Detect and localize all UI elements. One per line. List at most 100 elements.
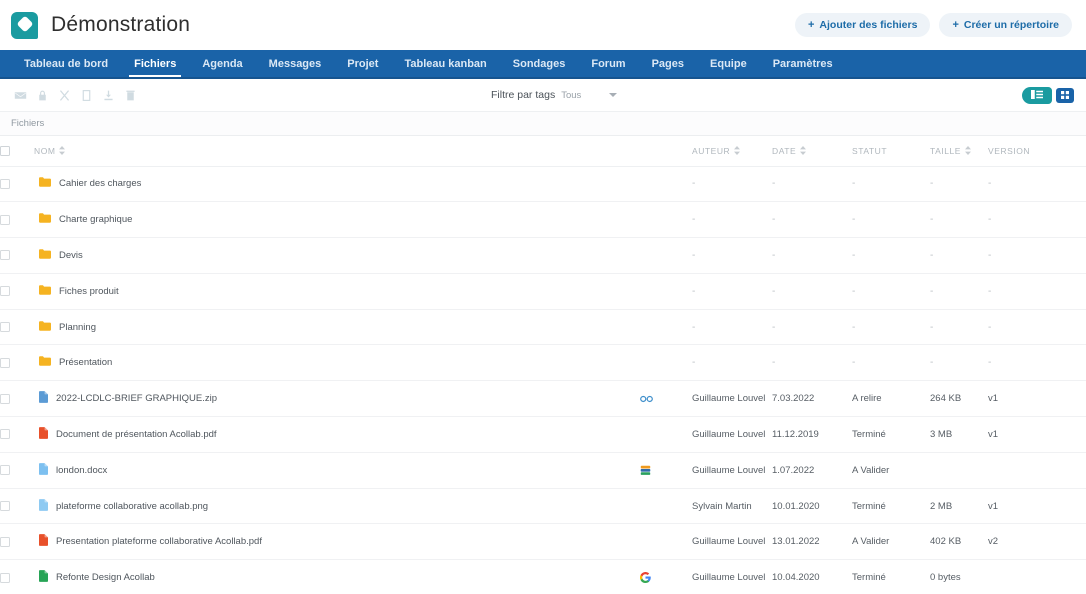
nav-item-equipe[interactable]: Equipe bbox=[697, 50, 760, 77]
add-files-button[interactable]: + Ajouter des fichiers bbox=[794, 13, 931, 37]
nav-item-param-tres[interactable]: Paramètres bbox=[760, 50, 846, 77]
row-checkbox[interactable] bbox=[0, 250, 10, 261]
row-author-cell: - bbox=[692, 238, 772, 274]
file-name-label[interactable]: Cahier des charges bbox=[59, 178, 141, 189]
nav-item-fichiers[interactable]: Fichiers bbox=[121, 50, 189, 77]
files-table-body: Cahier des charges - - - - - Charte graphique -… bbox=[0, 166, 1086, 594]
row-name-cell: Document de présentation Acollab.pdf bbox=[34, 417, 640, 453]
sort-by-size[interactable]: TAILLE bbox=[930, 146, 972, 156]
trash-icon[interactable] bbox=[124, 89, 137, 102]
row-checkbox[interactable] bbox=[0, 393, 10, 404]
size-value: 0 bytes bbox=[930, 572, 961, 584]
select-all-checkbox[interactable] bbox=[0, 145, 10, 156]
sort-by-name[interactable]: NOM bbox=[34, 146, 66, 156]
download-icon[interactable] bbox=[102, 89, 115, 102]
link-icon[interactable] bbox=[640, 395, 692, 403]
file-name-label[interactable]: Presentation plateforme collaborative Ac… bbox=[56, 536, 262, 547]
size-value: - bbox=[930, 321, 934, 333]
col-header-badge bbox=[640, 136, 692, 167]
status-value: A Valider bbox=[852, 464, 890, 476]
row-size-cell: - bbox=[930, 166, 988, 202]
file-name-label[interactable]: Devis bbox=[59, 250, 83, 261]
row-name-cell: london.docx bbox=[34, 452, 640, 488]
file-name-label[interactable]: london.docx bbox=[56, 465, 107, 476]
sort-by-author[interactable]: AUTEUR bbox=[692, 146, 741, 156]
table-row[interactable]: Cahier des charges - - - - - bbox=[0, 166, 1086, 202]
table-row[interactable]: Refonte Design Acollab Guillaume Louvel 10… bbox=[0, 560, 1086, 594]
file-name-label[interactable]: Charte graphique bbox=[59, 214, 132, 225]
table-header-row: NOM AUTEUR DATE STATUT TAILLE VERSION bbox=[0, 136, 1086, 167]
nav-item-projet[interactable]: Projet bbox=[334, 50, 391, 77]
file-name-label[interactable]: Document de présentation Acollab.pdf bbox=[56, 429, 217, 440]
copy-icon[interactable] bbox=[80, 89, 93, 102]
file-name-label[interactable]: Présentation bbox=[59, 357, 112, 368]
nav-item-forum[interactable]: Forum bbox=[578, 50, 638, 77]
status-value: - bbox=[852, 285, 856, 297]
lock-icon[interactable] bbox=[36, 89, 49, 102]
google-icon[interactable] bbox=[640, 572, 692, 584]
row-author-cell: Guillaume Louvel bbox=[692, 417, 772, 453]
file-name-label[interactable]: plateforme collaborative acollab.png bbox=[56, 501, 208, 512]
version-value: - bbox=[988, 357, 992, 369]
table-row[interactable]: Presentation plateforme collaborative Ac… bbox=[0, 524, 1086, 560]
cut-icon[interactable] bbox=[58, 89, 71, 102]
table-row[interactable]: Document de présentation Acollab.pdf Guil… bbox=[0, 417, 1086, 453]
mail-icon[interactable] bbox=[14, 89, 27, 102]
table-row[interactable]: Devis - - - - - bbox=[0, 238, 1086, 274]
row-checkbox[interactable] bbox=[0, 214, 10, 225]
row-checkbox[interactable] bbox=[0, 322, 10, 333]
list-view-button[interactable] bbox=[1022, 86, 1052, 104]
row-version-cell: - bbox=[988, 273, 1086, 309]
nav-item-label: Pages bbox=[651, 57, 685, 70]
nav-item-tableau-kanban[interactable]: Tableau kanban bbox=[391, 50, 499, 77]
row-checkbox[interactable] bbox=[0, 178, 10, 189]
nav-item-label: Forum bbox=[591, 57, 626, 70]
sort-icon bbox=[800, 146, 807, 156]
row-select-cell bbox=[0, 560, 34, 594]
row-checkbox[interactable] bbox=[0, 357, 10, 368]
table-row[interactable]: london.docx Guillaume Louvel 1.07.2022 A Va… bbox=[0, 452, 1086, 489]
row-badge-cell bbox=[640, 309, 692, 345]
row-size-cell: 402 KB bbox=[930, 524, 988, 560]
tag-filter[interactable]: Filtre par tags Tous bbox=[491, 89, 618, 101]
row-checkbox[interactable] bbox=[0, 286, 10, 297]
table-row[interactable]: 2022-LCDLC-BRIEF GRAPHIQUE.zip Guillaume … bbox=[0, 381, 1086, 417]
onlyoffice-icon[interactable] bbox=[640, 465, 692, 476]
breadcrumb-item-fichiers[interactable]: Fichiers bbox=[11, 118, 44, 129]
create-directory-button[interactable]: + Créer un répertoire bbox=[939, 13, 1072, 37]
file-name-label[interactable]: Refonte Design Acollab bbox=[56, 572, 155, 583]
sort-by-date[interactable]: DATE bbox=[772, 146, 807, 156]
grid-view-button[interactable] bbox=[1056, 87, 1074, 103]
row-date-cell: - bbox=[772, 238, 852, 274]
table-row[interactable]: plateforme collaborative acollab.png Sylv… bbox=[0, 488, 1086, 524]
file-name-label[interactable]: 2022-LCDLC-BRIEF GRAPHIQUE.zip bbox=[56, 393, 217, 404]
table-row[interactable]: Fiches produit - - - - - bbox=[0, 273, 1086, 310]
row-date-cell: - bbox=[772, 345, 852, 381]
plus-icon: + bbox=[952, 18, 959, 31]
header-actions: + Ajouter des fichiers + Créer un répert… bbox=[794, 13, 1072, 37]
row-badge-cell bbox=[640, 381, 692, 417]
row-status-cell: Terminé bbox=[852, 560, 930, 594]
nav-item-messages[interactable]: Messages bbox=[256, 50, 335, 77]
row-author-cell: - bbox=[692, 202, 772, 238]
file-name-label[interactable]: Planning bbox=[59, 322, 96, 333]
row-checkbox[interactable] bbox=[0, 572, 10, 583]
row-version-cell: - bbox=[988, 166, 1086, 202]
nav-item-agenda[interactable]: Agenda bbox=[189, 50, 255, 77]
row-checkbox[interactable] bbox=[0, 536, 10, 547]
row-checkbox[interactable] bbox=[0, 501, 10, 512]
row-select-cell bbox=[0, 381, 34, 417]
row-date-cell: 1.07.2022 bbox=[772, 452, 852, 488]
file-name-label[interactable]: Fiches produit bbox=[59, 286, 119, 297]
col-label-status-wrap: STATUT bbox=[852, 146, 887, 156]
nav-item-sondages[interactable]: Sondages bbox=[500, 50, 579, 77]
table-row[interactable]: Présentation - - - - - bbox=[0, 345, 1086, 381]
row-checkbox[interactable] bbox=[0, 429, 10, 440]
nav-item-tableau-de-bord[interactable]: Tableau de bord bbox=[11, 50, 121, 77]
file-sheet-icon bbox=[39, 570, 48, 585]
row-checkbox[interactable] bbox=[0, 465, 10, 476]
chevron-down-icon[interactable] bbox=[609, 93, 618, 97]
nav-item-pages[interactable]: Pages bbox=[639, 50, 697, 77]
table-row[interactable]: Planning - - - - - bbox=[0, 309, 1086, 345]
table-row[interactable]: Charte graphique - - - - - bbox=[0, 202, 1086, 238]
